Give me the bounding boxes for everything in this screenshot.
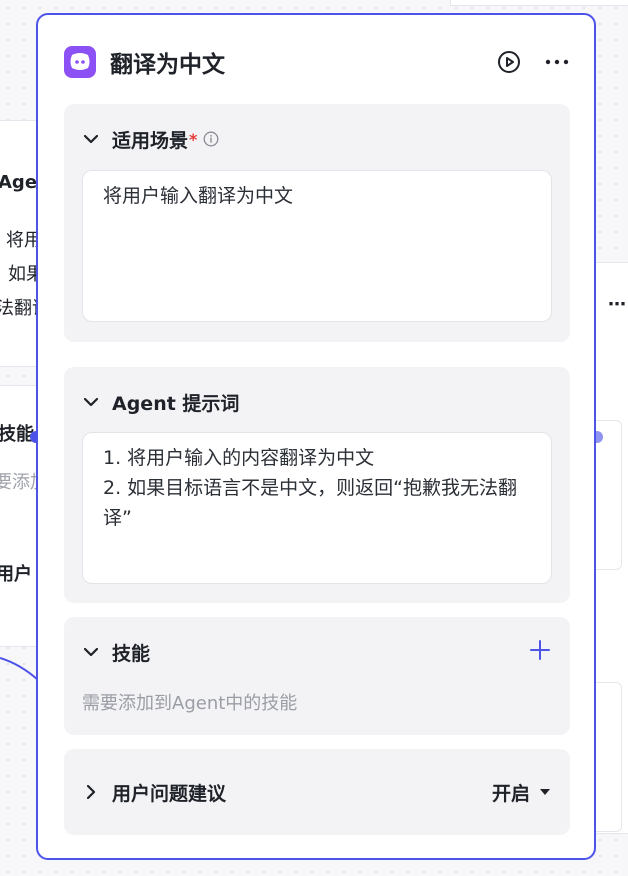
- prompt-title: Agent 提示词: [112, 392, 240, 415]
- suggest-status: 开启: [491, 782, 530, 805]
- prompt-section-header[interactable]: Agent 提示词: [82, 389, 550, 415]
- plus-icon[interactable]: [530, 640, 550, 664]
- background-user-label: 用户: [0, 564, 32, 585]
- required-mark: *: [189, 129, 198, 149]
- suggest-section: 用户问题建议 开启: [64, 749, 570, 835]
- play-circle-icon[interactable]: [496, 49, 522, 75]
- more-horizontal-icon[interactable]: [544, 49, 570, 75]
- skills-title: 技能: [112, 642, 151, 665]
- chevron-down-icon[interactable]: [82, 643, 100, 661]
- scene-section-header[interactable]: 适用场景 *: [82, 126, 550, 152]
- background-connector-line: [0, 657, 39, 681]
- skills-section: 技能 需要添加到Agent中的技能: [64, 617, 570, 735]
- bot-face-icon: [64, 46, 96, 78]
- chevron-down-icon[interactable]: [82, 393, 100, 411]
- background-card-top: [450, 0, 628, 6]
- chevron-down-icon[interactable]: [82, 130, 100, 148]
- suggest-section-header[interactable]: 用户问题建议 开启: [82, 779, 550, 805]
- suggest-status-dropdown[interactable]: 开启: [492, 779, 550, 806]
- suggest-title: 用户问题建议: [112, 782, 227, 805]
- agent-node-panel[interactable]: 翻译为中文 适用场景 * 将用户输入翻译为中文 Agent 提示词 1. 将用户…: [36, 13, 596, 860]
- prompt-section: Agent 提示词 1. 将用户输入的内容翻译为中文 2. 如果目标语言不是中文…: [64, 367, 570, 603]
- panel-header: 翻译为中文: [64, 45, 570, 79]
- background-more-icon: ⋯: [608, 294, 626, 315]
- scene-input[interactable]: 将用户输入翻译为中文: [82, 170, 552, 322]
- scene-title: 适用场景: [112, 129, 189, 152]
- chevron-right-icon[interactable]: [82, 783, 100, 801]
- background-skills-label: 技能: [0, 424, 34, 445]
- info-icon[interactable]: [203, 131, 219, 147]
- panel-title[interactable]: 翻译为中文: [110, 45, 225, 79]
- background-agent-label: Age: [0, 172, 38, 193]
- skills-placeholder: 需要添加到Agent中的技能: [82, 693, 298, 714]
- caret-down-icon: [540, 788, 550, 795]
- scene-section: 适用场景 * 将用户输入翻译为中文: [64, 104, 570, 342]
- prompt-input[interactable]: 1. 将用户输入的内容翻译为中文 2. 如果目标语言不是中文，则返回“抱歉我无法…: [82, 432, 552, 584]
- skills-section-header[interactable]: 技能: [82, 639, 550, 665]
